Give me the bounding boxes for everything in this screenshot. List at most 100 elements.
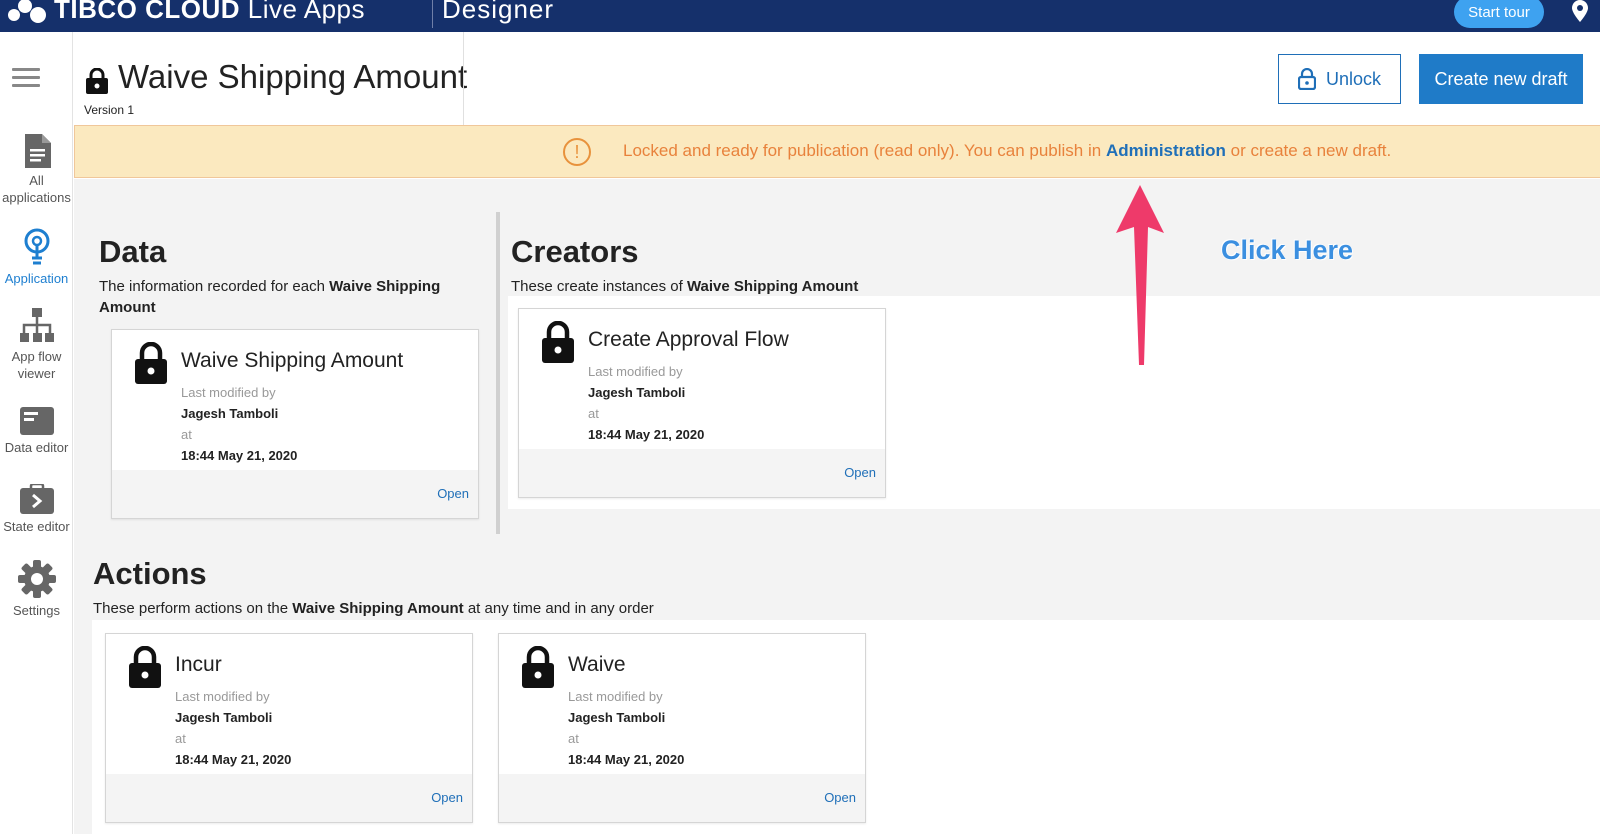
lock-icon	[129, 646, 161, 688]
banner-text-before: Locked and ready for publication (read o…	[623, 141, 1106, 160]
open-link[interactable]: Open	[437, 486, 469, 501]
location-pin-icon[interactable]	[1571, 0, 1589, 22]
read-only-banner: ! Locked and ready for publication (read…	[74, 125, 1600, 178]
lock-icon	[135, 342, 167, 384]
modified-time: 18:44 May 21, 2020	[568, 752, 685, 767]
creators-section-description: These create instances of Waive Shipping…	[511, 276, 1111, 297]
top-bar: TIBCO CLOUD Live Apps Designer Start tou…	[0, 0, 1600, 32]
at-label: at	[181, 427, 192, 442]
open-link[interactable]: Open	[824, 790, 856, 805]
open-link[interactable]: Open	[431, 790, 463, 805]
card-footer: Open	[112, 470, 478, 518]
brand-name: TIBCO CLOUD	[54, 0, 241, 24]
brand-divider	[432, 0, 433, 28]
desc-bold-text: Waive Shipping Amount	[292, 600, 464, 617]
sidebar-item-all-applications[interactable]: All applications	[0, 134, 73, 206]
modified-time: 18:44 May 21, 2020	[181, 448, 298, 463]
unlock-button[interactable]: Unlock	[1278, 54, 1401, 104]
card-meta: Last modified by Jagesh Tamboli at 18:44…	[568, 686, 684, 770]
action-card-waive[interactable]: Waive Last modified by Jagesh Tamboli at…	[498, 633, 866, 823]
sidebar-item-label: All	[29, 173, 44, 188]
modified-by-user: Jagesh Tamboli	[181, 406, 279, 421]
creator-card[interactable]: Create Approval Flow Last modified by Ja…	[518, 308, 886, 498]
at-label: at	[588, 406, 599, 421]
brand-logo: TIBCO CLOUD Live Apps	[6, 0, 365, 25]
gear-icon	[17, 560, 56, 598]
card-meta: Last modified by Jagesh Tamboli at 18:44…	[181, 382, 297, 466]
section-divider	[496, 212, 500, 534]
sidebar-item-label: applications	[2, 190, 71, 205]
click-here-annotation: Click Here	[1221, 235, 1354, 265]
sidebar: All applications Application App flow vi…	[0, 32, 73, 834]
at-label: at	[568, 731, 579, 746]
sidebar-item-state-editor[interactable]: State editor	[0, 484, 73, 535]
unlock-icon	[1297, 68, 1316, 90]
desc-text: These create instances of	[511, 278, 687, 295]
sidebar-item-app-flow-viewer[interactable]: App flow viewer	[0, 308, 73, 382]
action-card-incur[interactable]: Incur Last modified by Jagesh Tamboli at…	[105, 633, 473, 823]
sidebar-item-settings[interactable]: Settings	[0, 560, 73, 619]
card-footer: Open	[499, 774, 865, 822]
sidebar-item-label: Application	[4, 271, 69, 286]
desc-bold-text: Waive Shipping Amount	[686, 278, 859, 295]
actions-section-description: These perform actions on the Waive Shipp…	[93, 598, 993, 619]
document-icon	[24, 134, 51, 168]
create-new-draft-button[interactable]: Create new draft	[1419, 54, 1583, 104]
at-label: at	[175, 731, 186, 746]
desc-text: These perform actions on the	[93, 600, 293, 617]
modified-label: Last modified by	[181, 385, 276, 400]
modified-time: 18:44 May 21, 2020	[175, 752, 292, 767]
creators-section-title: Creators	[511, 234, 639, 269]
card-footer: Open	[106, 774, 472, 822]
modified-label: Last modified by	[568, 689, 663, 704]
flow-icon	[19, 308, 54, 342]
open-link[interactable]: Open	[844, 465, 876, 480]
card-title: Waive Shipping Amount	[181, 349, 404, 372]
lock-icon	[86, 68, 108, 94]
menu-icon[interactable]	[12, 68, 40, 88]
sidebar-item-label: App flow	[11, 349, 62, 364]
header-divider	[463, 32, 464, 125]
desc-text: at any time and in any order	[463, 600, 654, 617]
lock-icon	[522, 646, 554, 688]
card-footer: Open	[519, 449, 885, 497]
sidebar-item-label: State editor	[3, 519, 70, 534]
modified-by-user: Jagesh Tamboli	[568, 710, 666, 725]
actions-section-title: Actions	[93, 556, 207, 591]
banner-message: Locked and ready for publication (read o…	[623, 141, 1391, 161]
sidebar-item-application[interactable]: Application	[0, 228, 73, 287]
tibco-logo-icon	[6, 0, 48, 23]
sidebar-item-label: viewer	[17, 366, 56, 381]
designer-label: Designer	[442, 0, 555, 24]
start-tour-button[interactable]: Start tour	[1454, 0, 1544, 28]
unlock-label: Unlock	[1325, 68, 1382, 89]
data-section-description: The information recorded for each Waive …	[99, 276, 459, 318]
sidebar-item-data-editor[interactable]: Data editor	[0, 407, 73, 456]
desc-text: The information recorded for each	[99, 278, 330, 295]
modified-label: Last modified by	[175, 689, 270, 704]
lightbulb-icon	[24, 228, 49, 265]
brand-subtitle: Live Apps	[240, 0, 366, 24]
card-title: Create Approval Flow	[588, 328, 789, 351]
sidebar-item-label: Data editor	[4, 440, 69, 455]
data-editor-icon	[19, 407, 54, 435]
state-editor-icon	[19, 484, 54, 514]
card-meta: Last modified by Jagesh Tamboli at 18:44…	[175, 686, 291, 770]
card-meta: Last modified by Jagesh Tamboli at 18:44…	[588, 361, 704, 445]
administration-link[interactable]: Administration	[1106, 141, 1226, 160]
card-title: Waive	[568, 653, 626, 676]
card-title: Incur	[175, 653, 222, 676]
banner-text-after: or create a new draft.	[1225, 141, 1392, 160]
annotation-arrow-icon	[1116, 185, 1164, 365]
data-card[interactable]: Waive Shipping Amount Last modified by J…	[111, 329, 479, 519]
warning-icon: !	[563, 138, 591, 166]
modified-time: 18:44 May 21, 2020	[588, 427, 705, 442]
page-title: Waive Shipping Amount	[118, 58, 468, 95]
sidebar-item-label: Settings	[13, 603, 60, 618]
data-section-title: Data	[99, 234, 167, 269]
modified-by-user: Jagesh Tamboli	[588, 385, 686, 400]
modified-by-user: Jagesh Tamboli	[175, 710, 273, 725]
lock-icon	[542, 321, 574, 363]
version-label: Version 1	[84, 103, 135, 117]
modified-label: Last modified by	[588, 364, 683, 379]
